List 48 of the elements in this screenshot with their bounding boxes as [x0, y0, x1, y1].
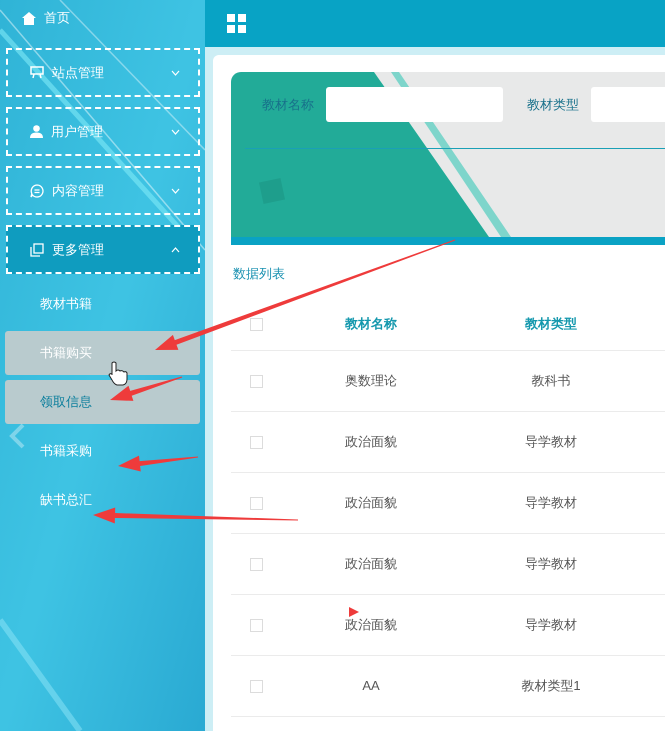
- table-cell-text: 导学教材: [525, 494, 577, 512]
- field-label: 教材名称: [262, 96, 314, 114]
- checkbox[interactable]: [250, 496, 262, 510]
- column-header: 教材名称: [345, 315, 397, 334]
- menu-item[interactable]: 首页: [0, 3, 205, 33]
- chevron-left-icon[interactable]: [8, 423, 26, 449]
- home-icon: [22, 12, 36, 24]
- easel-icon: [30, 66, 44, 79]
- table-cell-text: 导学教材: [525, 616, 577, 634]
- submenu-item[interactable]: 缺书总汇: [5, 478, 200, 522]
- menu-group[interactable]: 更多管理: [6, 225, 200, 274]
- submenu-item[interactable]: 书籍采购: [5, 429, 200, 473]
- table-cell-text: 教科书: [532, 372, 570, 390]
- table-title: 数据列表: [233, 266, 285, 281]
- user-icon: [30, 125, 43, 138]
- caret-icon: [171, 246, 180, 252]
- copy-icon: [30, 242, 44, 256]
- table-cell-text: 奥数理论: [345, 372, 397, 390]
- play-marker-icon: [349, 607, 359, 617]
- grid-icon[interactable]: [227, 14, 246, 33]
- chat-icon: [30, 184, 44, 198]
- table-cell-text: 导学教材: [525, 555, 577, 574]
- table-cell-text: 政治面貌: [345, 494, 397, 512]
- table-cell-text: AA: [362, 677, 380, 696]
- checkbox[interactable]: [250, 318, 262, 330]
- checkbox[interactable]: [250, 558, 262, 570]
- field-label: 教材类型: [527, 96, 579, 114]
- table-cell-text: 政治面貌: [345, 433, 397, 452]
- submenu-item[interactable]: 书籍购买: [5, 331, 200, 375]
- column-header: 教材类型: [525, 315, 577, 334]
- caret-icon: [171, 128, 180, 134]
- input-field[interactable]: [326, 87, 503, 122]
- hand-cursor-icon: [108, 362, 128, 386]
- checkbox[interactable]: [250, 436, 262, 448]
- checkbox[interactable]: [250, 374, 262, 388]
- table-cell-text: 导学教材: [525, 433, 577, 452]
- table-cell-text: 政治面貌: [345, 555, 397, 574]
- checkbox[interactable]: [250, 680, 262, 692]
- table-cell-text: 政治面貌: [345, 616, 397, 634]
- submenu-item[interactable]: 领取信息: [5, 380, 200, 424]
- table-cell-text: 教材类型1: [521, 677, 581, 696]
- submenu-item[interactable]: 教材书籍: [5, 282, 200, 326]
- menu-group[interactable]: 用户管理: [6, 107, 200, 156]
- caret-icon: [171, 188, 180, 194]
- caret-icon: [171, 70, 180, 76]
- menu-group[interactable]: 站点管理: [6, 48, 200, 97]
- checkbox[interactable]: [250, 618, 262, 632]
- menu-group[interactable]: 内容管理: [6, 166, 200, 215]
